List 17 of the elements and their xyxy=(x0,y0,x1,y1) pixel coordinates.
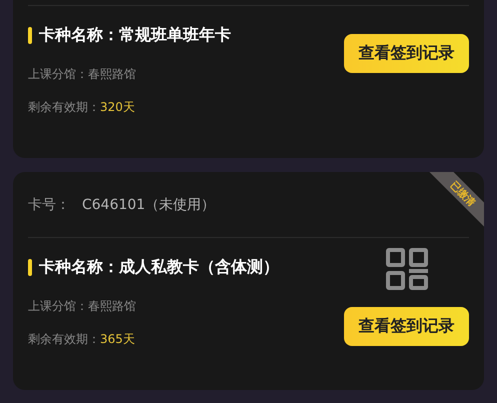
card-number-label: 卡号： xyxy=(28,196,70,214)
qr-code-icon[interactable] xyxy=(386,248,428,290)
card-title: 卡种名称：常规班单班年卡 xyxy=(39,24,231,46)
branch-label: 上课分馆： xyxy=(28,298,88,315)
validity-label: 剩余有效期： xyxy=(28,331,100,348)
check-in-records-button[interactable]: 查看签到记录 xyxy=(344,34,469,73)
branch-label: 上课分馆： xyxy=(28,66,88,83)
card-number: C646101（未使用） xyxy=(82,196,216,214)
card-title: 卡种名称：成人私教卡（含体测） xyxy=(39,256,279,278)
validity-label: 剩余有效期： xyxy=(28,99,100,116)
branch-value: 春熙路馆 xyxy=(88,298,136,315)
validity-value: 320天 xyxy=(100,99,135,116)
validity-value: 365天 xyxy=(100,331,135,348)
branch-value: 春熙路馆 xyxy=(88,66,136,83)
check-in-records-button[interactable]: 查看签到记录 xyxy=(344,307,469,346)
accent-bar xyxy=(28,26,32,44)
accent-bar xyxy=(28,258,32,276)
